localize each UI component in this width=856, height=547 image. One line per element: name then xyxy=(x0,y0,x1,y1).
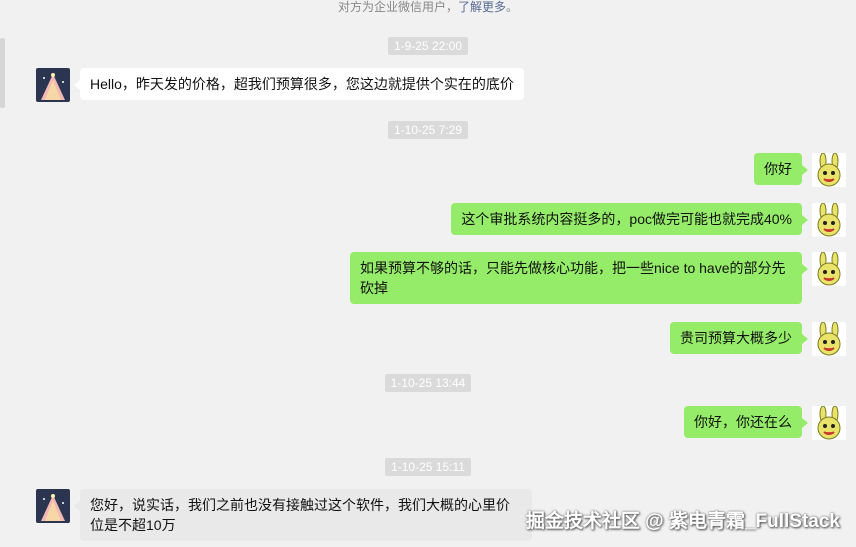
notice-suffix: 。 xyxy=(506,0,519,14)
contact-avatar[interactable] xyxy=(36,489,70,523)
triangle-avatar-icon xyxy=(36,489,70,523)
rabbit-avatar-icon xyxy=(812,322,846,356)
message-bubble-incoming[interactable]: Hello，昨天发的价格，超我们预算很多，您这边就提供个实在的底价 xyxy=(74,68,524,100)
timestamp: 1-10-25 15:11 xyxy=(0,458,856,476)
message-bubble-outgoing[interactable]: 贵司预算大概多少 xyxy=(670,322,808,354)
enterprise-notice: 对方为企业微信用户，了解更多。 xyxy=(0,0,856,15)
rabbit-avatar-icon xyxy=(812,406,846,440)
message-bubble-outgoing[interactable]: 你好 xyxy=(754,153,808,185)
my-avatar[interactable] xyxy=(812,322,846,356)
learn-more-link[interactable]: 了解更多 xyxy=(458,0,506,14)
message-bubble-incoming[interactable]: 您好，说实话，我们之前也没有接触过这个软件，我们大概的心里价位是不超10万 xyxy=(74,489,532,541)
my-avatar[interactable] xyxy=(812,203,846,237)
triangle-avatar-icon xyxy=(36,68,70,102)
rabbit-avatar-icon xyxy=(812,153,846,187)
rabbit-avatar-icon xyxy=(812,252,846,286)
rabbit-avatar-icon xyxy=(812,203,846,237)
message-bubble-outgoing[interactable]: 这个审批系统内容挺多的，poc做完可能也就完成40% xyxy=(451,203,808,235)
my-avatar[interactable] xyxy=(812,252,846,286)
notice-text: 对方为企业微信用户， xyxy=(337,0,458,14)
timestamp: 1-9-25 22:00 xyxy=(0,37,856,55)
my-avatar[interactable] xyxy=(812,406,846,440)
message-bubble-outgoing[interactable]: 如果预算不够的话，只能先做核心功能，把一些nice to have的部分先砍掉 xyxy=(350,252,808,304)
message-bubble-outgoing[interactable]: 你好，你还在么 xyxy=(684,406,808,438)
my-avatar[interactable] xyxy=(812,153,846,187)
timestamp: 1-10-25 7:29 xyxy=(0,121,856,139)
contact-avatar[interactable] xyxy=(36,68,70,102)
timestamp: 1-10-25 13:44 xyxy=(0,374,856,392)
watermark: 掘金技术社区 @ 紫电青霜_FullStack xyxy=(525,511,840,532)
